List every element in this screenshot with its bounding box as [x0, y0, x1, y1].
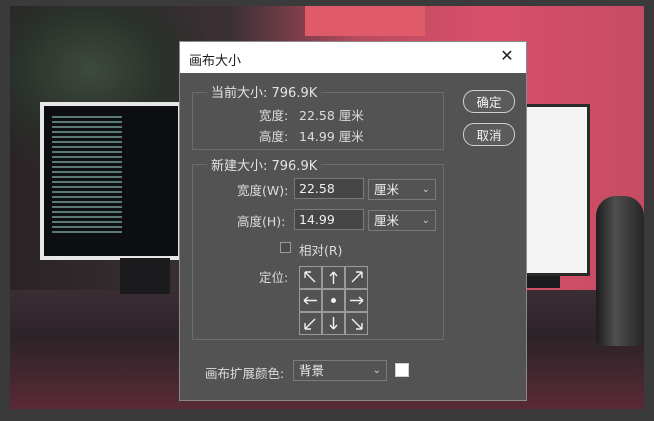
anchor-left[interactable] [298, 288, 322, 312]
anchor-grid [298, 265, 368, 335]
arrow-up-right-icon [351, 270, 363, 282]
relative-checkbox[interactable] [280, 242, 291, 253]
width-input[interactable]: 22.58 [294, 178, 364, 199]
arrow-up-icon [328, 271, 338, 284]
current-height-label: 高度: [259, 129, 289, 144]
dialog-titlebar[interactable]: 画布大小 ✕ [180, 42, 526, 73]
current-width-value: 22.58 厘米 [299, 108, 364, 123]
width-unit-select[interactable]: 厘米 ⌄ [368, 179, 436, 200]
anchor-label: 定位: [259, 270, 289, 285]
background-code-lines [52, 116, 122, 236]
canvas-border-top [0, 0, 654, 6]
anchor-bottom[interactable] [321, 311, 345, 335]
anchor-bottom-right[interactable] [344, 311, 368, 335]
canvas-size-dialog: 画布大小 ✕ 当前大小: 796.9K 宽度: 22.58 厘米 高度: 14.… [179, 41, 527, 401]
arrow-left-icon [303, 295, 317, 305]
canvas-border-left [0, 0, 10, 421]
dialog-title: 画布大小 [189, 54, 242, 69]
arrow-up-left-icon [303, 270, 315, 282]
width-unit-value: 厘米 [374, 182, 400, 197]
height-unit-select[interactable]: 厘米 ⌄ [368, 210, 436, 231]
chevron-down-icon: ⌄ [372, 365, 381, 376]
anchor-bottom-left[interactable] [298, 311, 322, 335]
extension-color-swatch[interactable] [395, 363, 409, 377]
close-icon[interactable]: ✕ [498, 47, 516, 65]
chevron-down-icon: ⌄ [421, 184, 430, 195]
background-monitor-right [524, 104, 590, 276]
chevron-down-icon: ⌄ [421, 215, 430, 226]
anchor-top-right[interactable] [344, 265, 368, 289]
new-height-label: 高度(H): [237, 214, 286, 229]
arrow-right-icon [349, 295, 363, 305]
anchor-right[interactable] [344, 288, 368, 312]
anchor-center[interactable] [321, 288, 345, 312]
background-monitor-stand [120, 258, 170, 294]
relative-label[interactable]: 相对(R) [299, 240, 342, 259]
current-width-label: 宽度: [259, 108, 289, 123]
canvas-border-right [644, 0, 654, 421]
background-monitor-left [40, 102, 182, 260]
anchor-top[interactable] [321, 265, 345, 289]
cancel-button[interactable]: 取消 [463, 123, 515, 146]
anchor-top-left[interactable] [298, 265, 322, 289]
ok-button[interactable]: 确定 [463, 90, 515, 113]
height-input[interactable]: 14.99 [294, 209, 364, 230]
arrow-down-right-icon [351, 318, 363, 330]
canvas-border-bottom [0, 409, 654, 421]
new-width-label: 宽度(W): [237, 183, 289, 198]
current-height-value: 14.99 厘米 [299, 129, 364, 144]
background-cylinder [596, 196, 644, 346]
anchor-dot-icon [330, 297, 336, 303]
current-size-heading: 当前大小: 796.9K [207, 82, 322, 101]
extension-color-select[interactable]: 背景 ⌄ [293, 360, 387, 381]
extension-color-value: 背景 [299, 363, 325, 378]
new-size-heading: 新建大小: 796.9K [207, 155, 322, 174]
arrow-down-left-icon [303, 318, 315, 330]
extension-color-label: 画布扩展颜色: [205, 366, 285, 381]
height-unit-value: 厘米 [374, 213, 400, 228]
background-object [305, 6, 425, 36]
arrow-down-icon [328, 316, 338, 329]
